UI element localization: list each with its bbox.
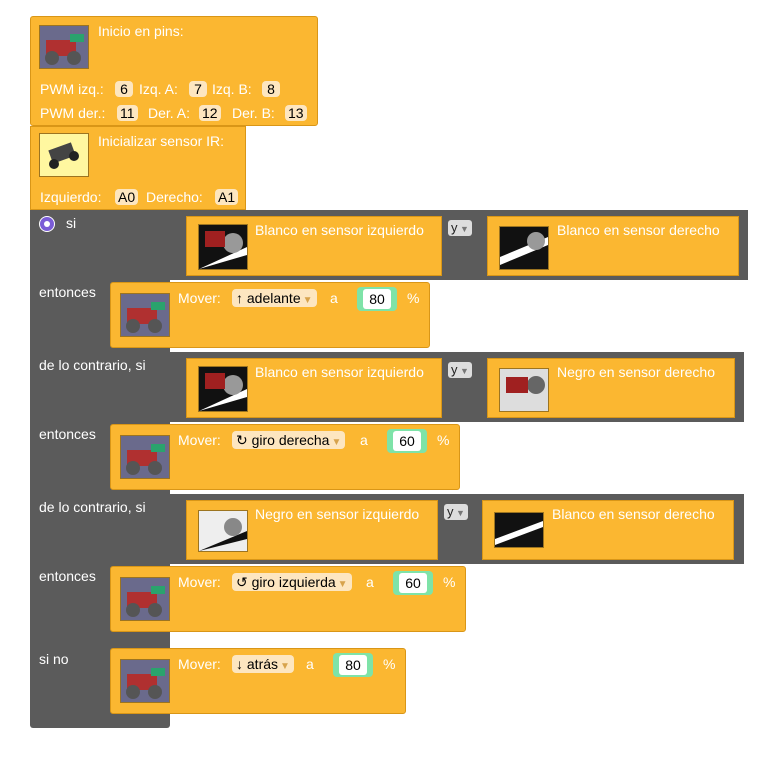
then-label-1: entonces (39, 284, 96, 300)
and-dropdown-2[interactable]: y ▼ (448, 362, 472, 378)
condition-2-right-text: Negro en sensor derecho (557, 364, 715, 380)
direction-value-2: ↻ giro derecha (236, 432, 330, 448)
izq-a-label: Izq. A: (139, 81, 178, 97)
percent-label-3: % (443, 574, 456, 590)
izq-b-label: Izq. B: (212, 81, 252, 97)
direction-dropdown-1[interactable]: ↑ adelante ▼ (232, 289, 317, 307)
gear-icon[interactable] (39, 216, 55, 232)
move-block-4[interactable]: Mover: ↓ atrás ▼ a 80 % (110, 648, 406, 714)
and-dropdown-3[interactable]: y ▼ (444, 504, 468, 520)
and-dropdown-1[interactable]: y ▼ (448, 220, 472, 236)
speed-input-4[interactable]: 80 (333, 653, 373, 677)
sensor-right-icon (499, 226, 549, 270)
speed-input-3[interactable]: 60 (393, 571, 433, 595)
condition-1-left-text: Blanco en sensor izquierdo (255, 222, 424, 238)
izq-a-field[interactable]: 7 (189, 81, 207, 97)
elseif-label-2: de lo contrario, si (39, 499, 146, 515)
direction-value-1: ↑ adelante (236, 290, 301, 306)
move-label-3: Mover: (178, 574, 221, 590)
speed-value-1: 80 (363, 289, 391, 309)
direction-dropdown-4[interactable]: ↓ atrás ▼ (232, 655, 294, 673)
direction-value-3: ↺ giro izquierda (236, 574, 336, 590)
der-a-field[interactable]: 12 (199, 105, 221, 121)
robot-car-icon (120, 293, 170, 337)
pwm-left-field[interactable]: 6 (115, 81, 133, 97)
ir-title: Inicializar sensor IR: (98, 133, 225, 149)
if-label: si (66, 215, 77, 231)
a-label-4: a (306, 656, 314, 672)
robot-car-icon (120, 435, 170, 479)
der-b-label: Der. B: (232, 105, 275, 121)
condition-block-1[interactable]: Blanco en sensor izquierdo (186, 216, 442, 276)
condition-3-right-text: Blanco en sensor derecho (552, 506, 715, 522)
percent-label-1: % (407, 290, 420, 306)
ir-left-label: Izquierdo: (40, 189, 102, 205)
ir-right-label: Derecho: (146, 189, 203, 205)
condition-1-right-text: Blanco en sensor derecho (557, 222, 720, 238)
condition-block-3[interactable]: Negro en sensor izquierdo (186, 500, 438, 560)
ir-right-field[interactable]: A1 (215, 189, 239, 205)
sensor-right-icon (499, 368, 549, 412)
move-label-1: Mover: (178, 290, 221, 306)
a-label-1: a (330, 290, 338, 306)
sensor-left-icon (198, 224, 248, 270)
pwm-right-field[interactable]: 11 (117, 105, 138, 121)
elseif-label-1: de lo contrario, si (39, 357, 146, 373)
speed-value-3: 60 (399, 573, 427, 593)
der-b-field[interactable]: 13 (285, 105, 307, 121)
condition-block-2[interactable]: Blanco en sensor izquierdo (186, 358, 442, 418)
speed-value-2: 60 (393, 431, 421, 451)
condition-2-left-text: Blanco en sensor izquierdo (255, 364, 424, 380)
ir-sensor-icon (39, 133, 89, 177)
speed-input-2[interactable]: 60 (387, 429, 427, 453)
direction-value-4: ↓ atrás (236, 656, 279, 672)
robot-car-icon (120, 577, 170, 621)
speed-value-4: 80 (339, 655, 367, 675)
pwm-left-label: PWM izq.: (40, 81, 104, 97)
init-title: Inicio en pins: (98, 23, 184, 39)
der-a-label: Der. A: (148, 105, 191, 121)
condition-block-3-right[interactable]: Blanco en sensor derecho (482, 500, 734, 560)
pwm-right-label: PWM der.: (40, 105, 106, 121)
ir-left-field[interactable]: A0 (115, 189, 139, 205)
else-label: si no (39, 651, 69, 667)
condition-block-2-right[interactable]: Negro en sensor derecho (487, 358, 735, 418)
percent-label-2: % (437, 432, 450, 448)
move-label-2: Mover: (178, 432, 221, 448)
sensor-left-icon (198, 510, 248, 552)
robot-car-icon (39, 25, 89, 69)
direction-dropdown-3[interactable]: ↺ giro izquierda ▼ (232, 573, 352, 591)
sensor-right-icon (494, 512, 544, 548)
move-block-2[interactable]: Mover: ↻ giro derecha ▼ a 60 % (110, 424, 460, 490)
condition-3-left-text: Negro en sensor izquierdo (255, 506, 420, 522)
robot-car-icon (120, 659, 170, 703)
a-label-3: a (366, 574, 374, 590)
a-label-2: a (360, 432, 368, 448)
move-block-3[interactable]: Mover: ↺ giro izquierda ▼ a 60 % (110, 566, 466, 632)
sensor-left-icon (198, 366, 248, 412)
ir-init-block[interactable]: Inicializar sensor IR: Izquierdo: A0 Der… (30, 126, 246, 210)
move-block-1[interactable]: Mover: ↑ adelante ▼ a 80 % (110, 282, 430, 348)
move-label-4: Mover: (178, 656, 221, 672)
condition-block-1-right[interactable]: Blanco en sensor derecho (487, 216, 739, 276)
then-label-3: entonces (39, 568, 96, 584)
speed-input-1[interactable]: 80 (357, 287, 397, 311)
percent-label-4: % (383, 656, 396, 672)
then-label-2: entonces (39, 426, 96, 442)
init-pins-block[interactable]: Inicio en pins: PWM izq.: 6 Izq. A: 7 Iz… (30, 16, 318, 126)
izq-b-field[interactable]: 8 (262, 81, 280, 97)
direction-dropdown-2[interactable]: ↻ giro derecha ▼ (232, 431, 346, 449)
